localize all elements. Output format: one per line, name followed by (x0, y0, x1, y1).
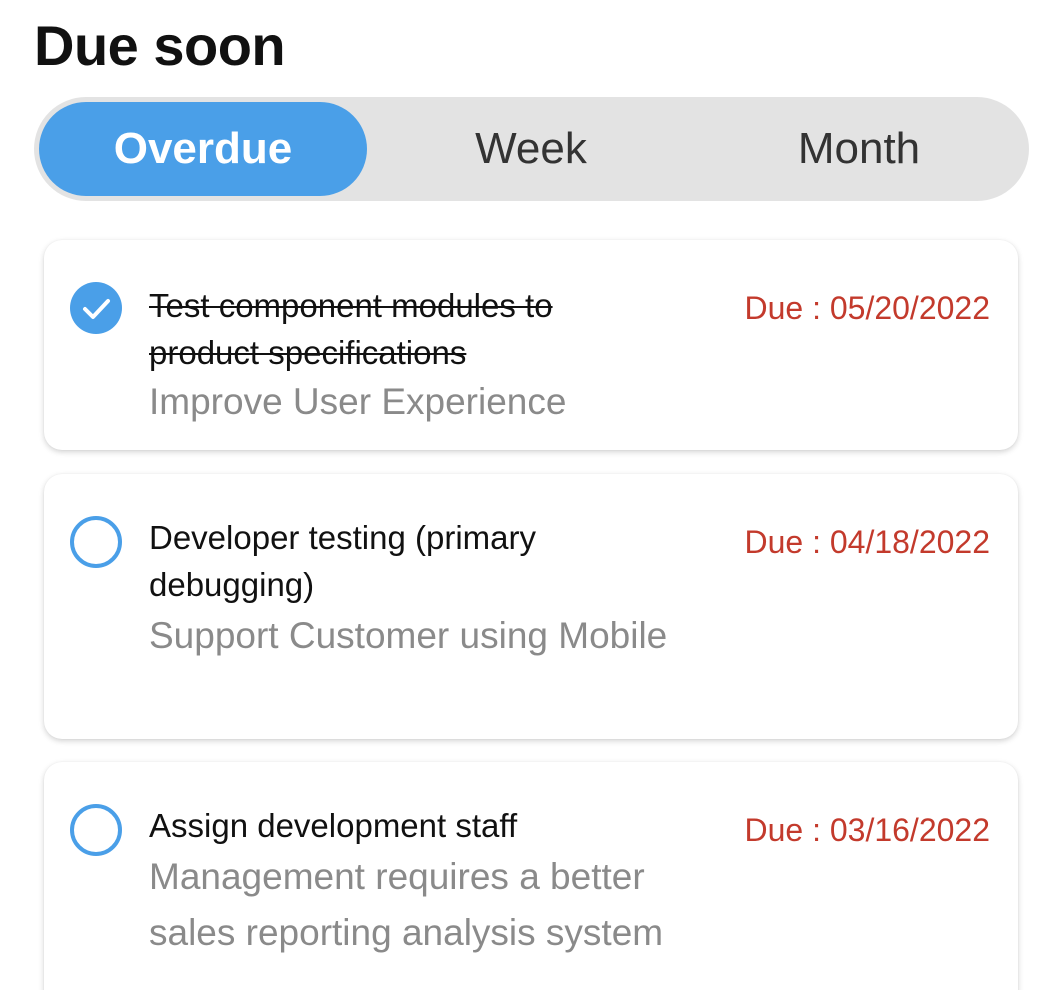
task-title: Assign development staff (149, 807, 518, 844)
tab-month[interactable]: Month (695, 102, 1023, 196)
circle-outline-icon[interactable] (70, 804, 122, 856)
task-due-date: Due : 04/18/2022 (744, 524, 990, 560)
task-due-date: Due : 05/20/2022 (744, 290, 990, 326)
task-project: Support Customer using Mobile (149, 615, 668, 656)
tab-overdue[interactable]: Overdue (39, 102, 367, 196)
circle-outline-icon[interactable] (70, 516, 122, 568)
task-project: Improve User Experience (149, 381, 567, 422)
task-project: Management requires a better sales repor… (149, 856, 664, 953)
task-card[interactable]: Developer testing (primary debugging) Su… (44, 474, 1018, 739)
task-title: Test component modules to product specif… (149, 287, 553, 371)
check-circle-filled-icon[interactable] (70, 282, 122, 334)
task-card[interactable]: Test component modules to product specif… (44, 240, 1018, 450)
tab-week[interactable]: Week (367, 102, 695, 196)
due-filter-segmented-control: Overdue Week Month (34, 97, 1029, 201)
due-soon-screen: Due soon Overdue Week Month Test compone… (0, 0, 1060, 990)
page-title: Due soon (34, 14, 286, 77)
task-title: Developer testing (primary debugging) (149, 519, 536, 603)
task-card[interactable]: Assign development staff Management requ… (44, 762, 1018, 990)
task-due-date: Due : 03/16/2022 (744, 812, 990, 848)
